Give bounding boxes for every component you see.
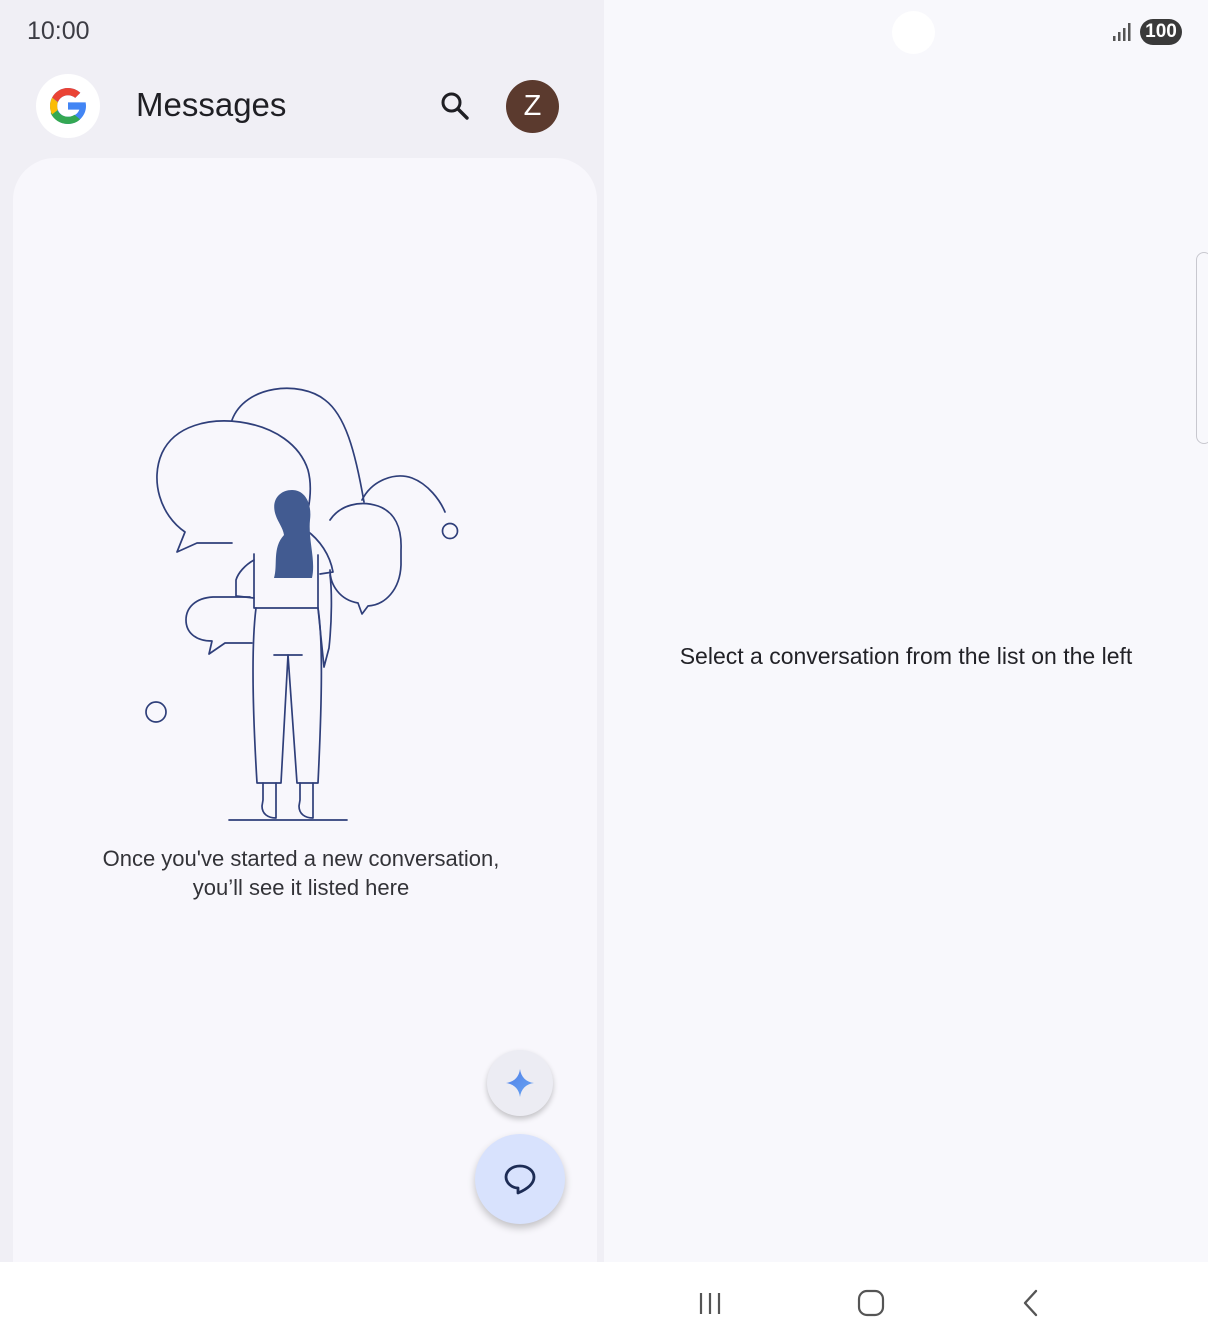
signal-icon bbox=[1113, 23, 1131, 41]
edge-panel-handle[interactable] bbox=[1196, 252, 1208, 444]
start-chat-button[interactable] bbox=[475, 1134, 565, 1224]
search-button[interactable] bbox=[430, 81, 480, 131]
person-chat-bubbles-illustration bbox=[145, 387, 459, 821]
account-avatar[interactable]: Z bbox=[506, 80, 559, 133]
home-icon bbox=[857, 1289, 885, 1317]
conversation-detail-pane bbox=[604, 0, 1208, 1262]
battery-indicator: 100 bbox=[1140, 19, 1182, 45]
back-button[interactable] bbox=[1012, 1283, 1052, 1323]
home-button[interactable] bbox=[851, 1283, 891, 1323]
select-conversation-hint: Select a conversation from the list on t… bbox=[679, 643, 1133, 669]
back-icon bbox=[1023, 1289, 1038, 1317]
status-time: 10:00 bbox=[27, 17, 90, 45]
google-g-icon bbox=[50, 88, 88, 124]
recents-icon bbox=[699, 1293, 721, 1314]
recents-button[interactable] bbox=[690, 1283, 730, 1323]
chat-bubble-icon bbox=[504, 1164, 536, 1195]
ai-assistant-button[interactable] bbox=[487, 1050, 553, 1116]
sparkle-icon bbox=[506, 1069, 534, 1097]
app-title: Messages bbox=[136, 86, 287, 123]
empty-state-message: Once you've started a new conversation, … bbox=[102, 846, 500, 900]
camera-cutout bbox=[892, 11, 935, 54]
search-icon bbox=[441, 92, 469, 120]
google-logo[interactable] bbox=[36, 74, 100, 138]
